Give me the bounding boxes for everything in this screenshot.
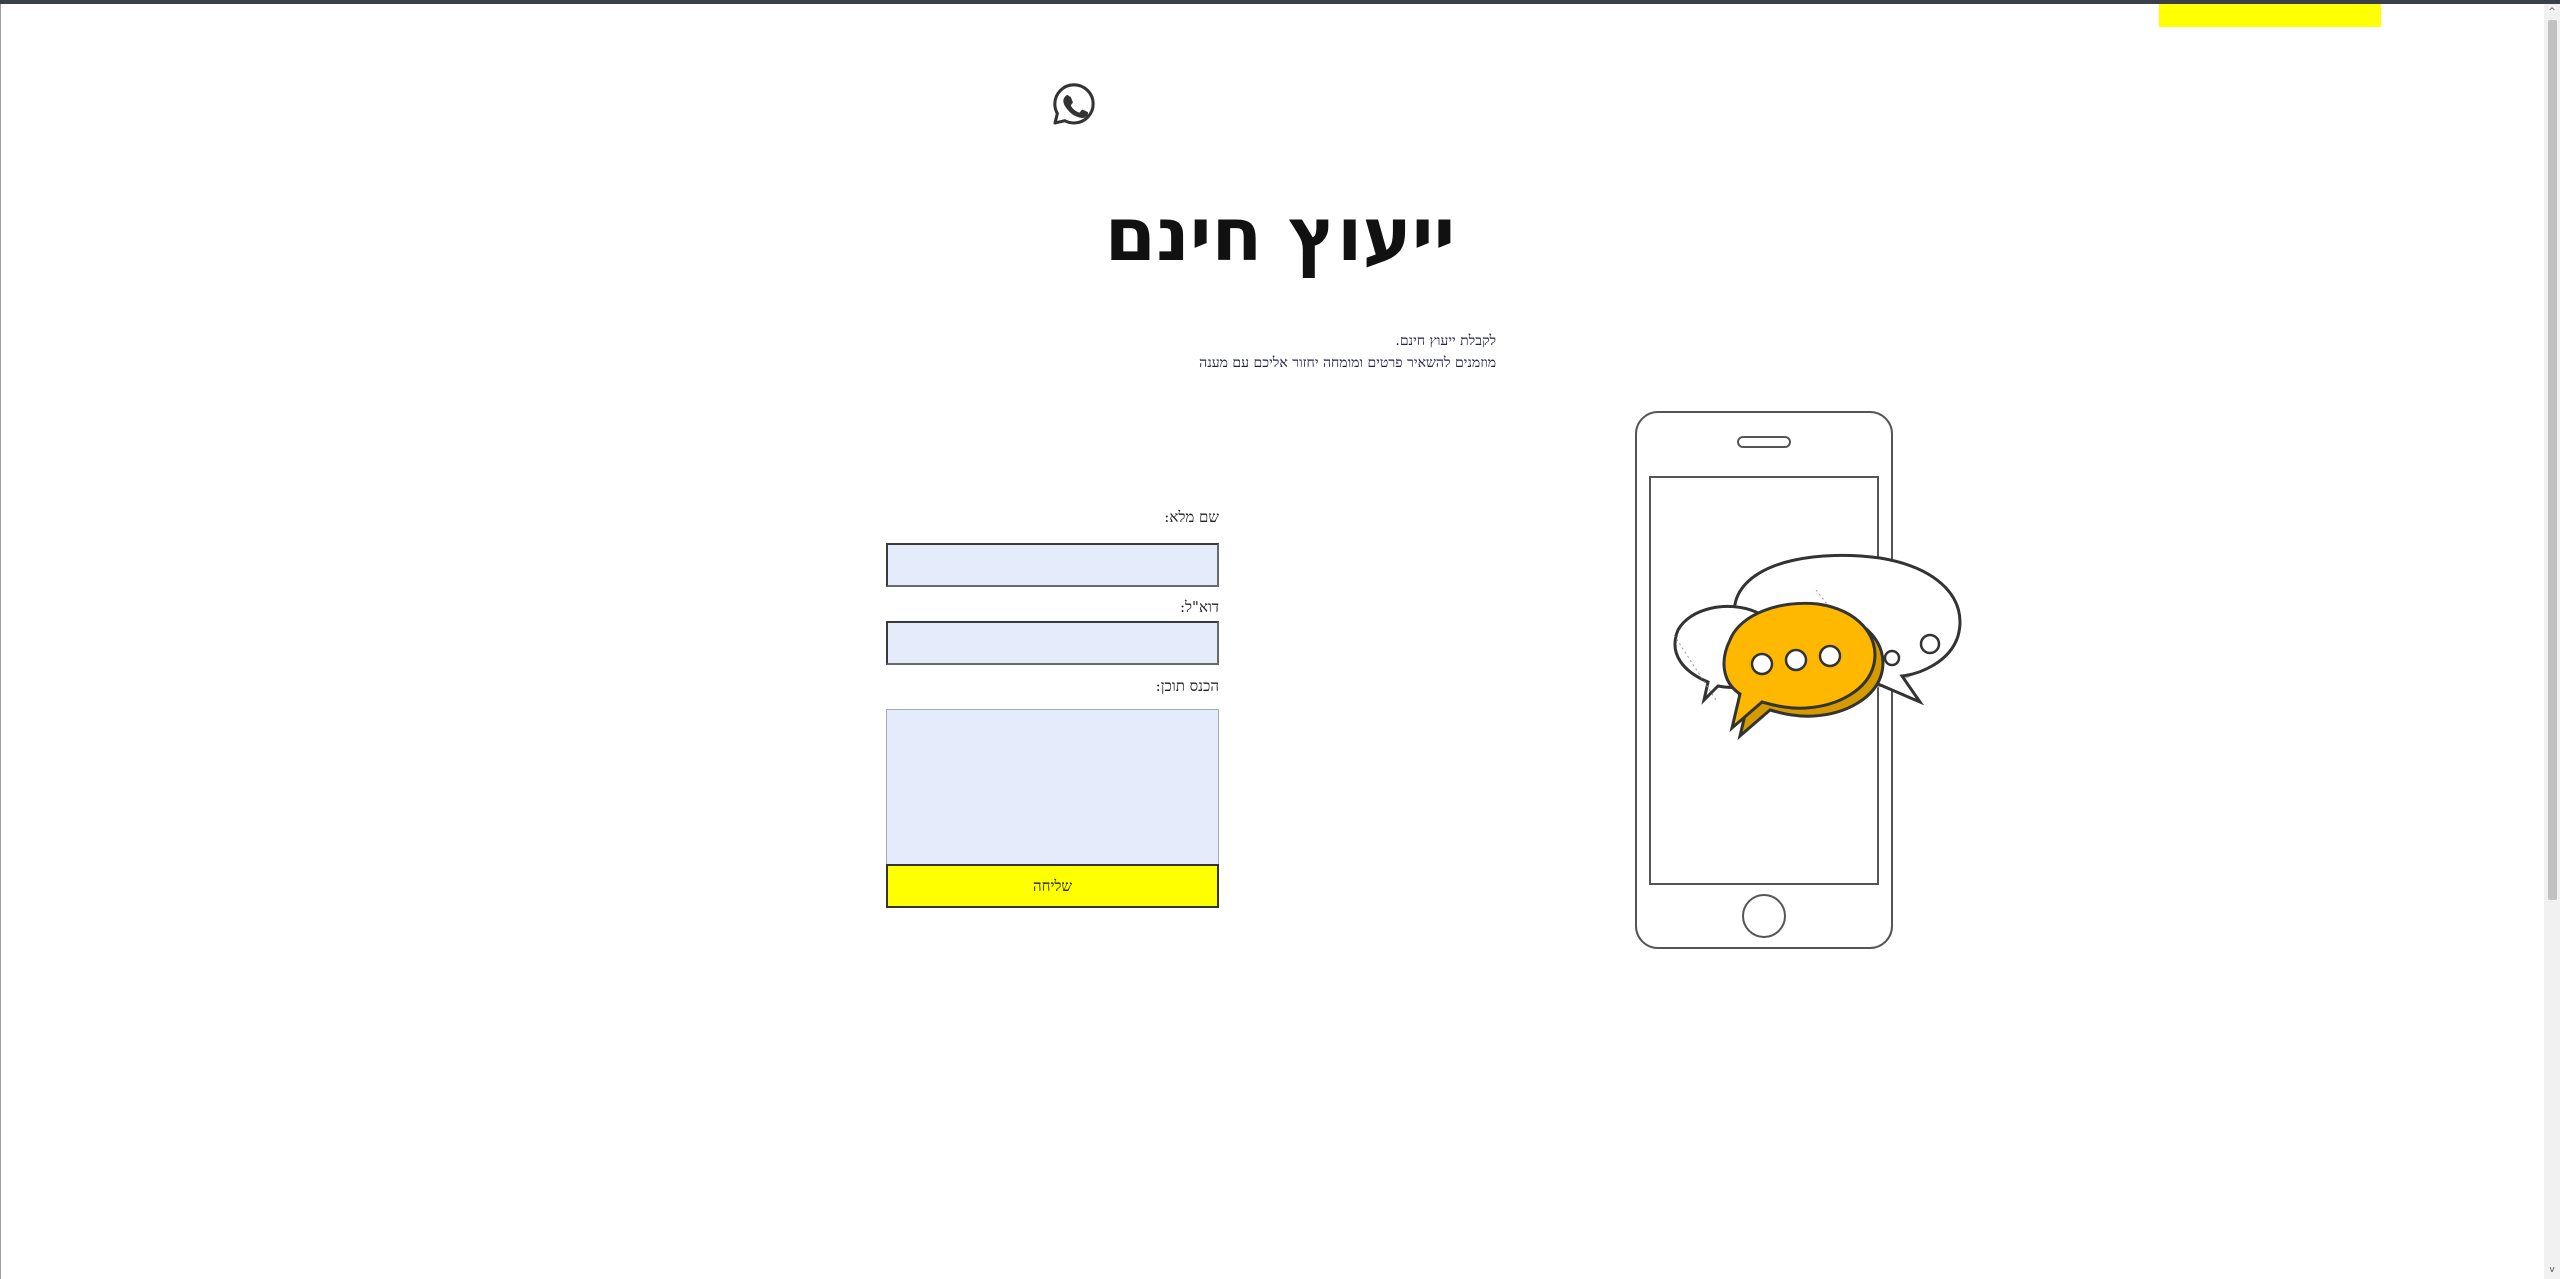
phone-chat-bubbles-illustration: [1635, 411, 1962, 949]
full-name-input[interactable]: [886, 543, 1219, 587]
subtitle-line-1: לקבלת ייעוץ חינם.: [1395, 333, 1496, 349]
full-name-label: שם מלא:: [1164, 508, 1219, 526]
whatsapp-icon[interactable]: [1051, 81, 1097, 127]
submit-button[interactable]: שליחה: [886, 864, 1219, 908]
yellow-accent-tab[interactable]: [2159, 4, 2381, 27]
email-label: דוא"ל:: [1179, 598, 1219, 616]
content-label: הכנס תוכן:: [1155, 677, 1219, 695]
email-input[interactable]: [886, 621, 1219, 665]
page-subtitle: לקבלת ייעוץ חינם. מוזמנים להשאיר פרטים ו…: [1100, 330, 1496, 374]
page: ייעוץ חינם לקבלת ייעוץ חינם. מוזמנים להש…: [0, 0, 2560, 1279]
scrollbar-thumb[interactable]: [2548, 20, 2557, 900]
content-textarea[interactable]: [886, 709, 1219, 865]
page-left-border: [0, 4, 1, 1279]
chevron-down-icon[interactable]: v: [2545, 1263, 2559, 1277]
chevron-up-icon[interactable]: ^: [2545, 5, 2559, 19]
subtitle-line-2: מוזמנים להשאיר פרטים ומומחה יחזור אליכם …: [1199, 355, 1496, 371]
page-title: ייעוץ חינם: [1104, 192, 1456, 278]
